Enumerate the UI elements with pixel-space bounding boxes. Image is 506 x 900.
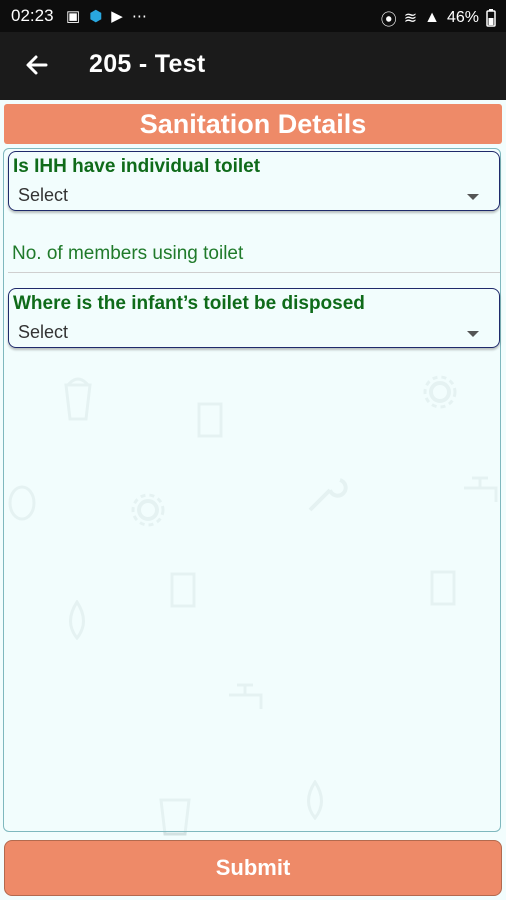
wifi-icon: ≋: [403, 10, 418, 27]
infant-disposal-select-value[interactable]: Select: [18, 322, 68, 343]
chevron-down-icon[interactable]: [467, 331, 479, 337]
arrow-left-icon[interactable]: [22, 50, 52, 80]
location-icon: ⦿: [380, 12, 397, 29]
image-icon: ▣: [66, 8, 81, 25]
status-left-icons: ▣ ⬢ ▶ ⋯: [66, 7, 147, 25]
members-count-field[interactable]: No. of members using toilet: [8, 233, 500, 273]
chevron-down-icon[interactable]: [467, 194, 479, 200]
status-right: ⦿ ≋ ▲ 46%: [381, 6, 496, 30]
app-bar: 205 - Test: [0, 32, 506, 100]
battery-text: 46%: [446, 9, 479, 26]
status-bar: 02:23 ▣ ⬢ ▶ ⋯ ⦿ ≋ ▲ 46%: [0, 0, 506, 32]
toilet-question-label: Is IHH have individual toilet: [13, 156, 261, 177]
page-title: 205 - Test: [89, 50, 206, 78]
infant-disposal-dropdown[interactable]: Where is the infant’s toilet be disposed…: [8, 288, 500, 348]
members-count-placeholder[interactable]: No. of members using toilet: [12, 243, 243, 265]
submit-button[interactable]: Submit: [4, 840, 502, 896]
status-time: 02:23: [11, 6, 54, 25]
battery-icon: [486, 9, 496, 27]
more-dots-icon: ⋯: [131, 8, 147, 25]
signal-icon: ▲: [424, 9, 440, 26]
content-area: Sanitation Details Is IHH have individua…: [0, 100, 506, 900]
toilet-dropdown[interactable]: Is IHH have individual toilet Select: [8, 151, 500, 211]
section-header: Sanitation Details: [4, 104, 502, 144]
toilet-select-value[interactable]: Select: [18, 185, 68, 206]
form-card: Is IHH have individual toilet Select No.…: [3, 148, 501, 832]
shield-dot-icon: ⬢: [89, 8, 103, 25]
infant-disposal-label: Where is the infant’s toilet be disposed: [13, 293, 365, 314]
play-icon: ▶: [111, 8, 123, 25]
